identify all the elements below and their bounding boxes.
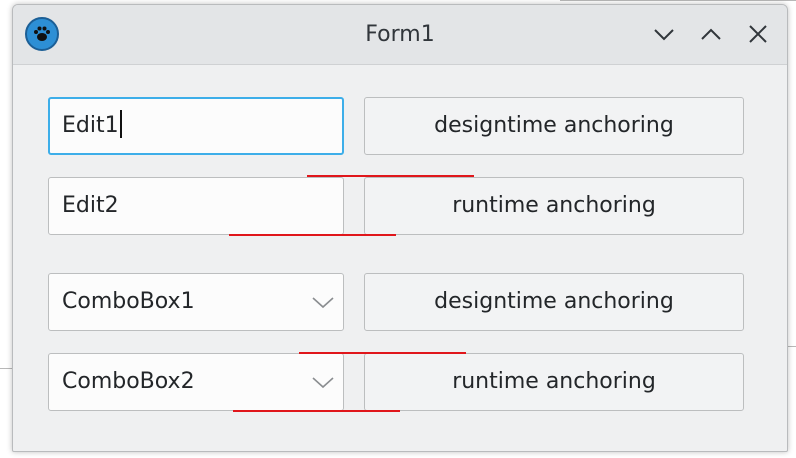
close-button[interactable] [745, 21, 771, 47]
chevron-down-icon [312, 297, 334, 309]
combobox2-value: ComboBox2 [62, 369, 195, 394]
runtime-anchoring-button-1[interactable]: runtime anchoring [364, 177, 744, 235]
text-caret [119, 110, 122, 138]
combobox1[interactable]: ComboBox1 [48, 273, 344, 331]
chevron-up-icon [701, 28, 721, 40]
anchor-marker-top [307, 175, 474, 177]
maximize-button[interactable] [698, 21, 724, 47]
runtime-anchoring-button-2[interactable]: runtime anchoring [364, 353, 744, 411]
edit2-value: Edit2 [62, 193, 119, 218]
chevron-down-icon [654, 29, 674, 41]
edit2-field[interactable]: Edit2 [48, 177, 344, 235]
titlebar[interactable]: Form1 [13, 5, 787, 65]
background-divider [560, 0, 796, 1]
anchor-marker-bottom [233, 410, 400, 412]
close-icon [749, 25, 767, 43]
minimize-button[interactable] [651, 21, 677, 47]
designtime-anchoring-button-2[interactable]: designtime anchoring [364, 273, 744, 331]
background-divider [0, 368, 12, 369]
form-content: Edit1 designtime anchoring Edit2 runtime… [13, 65, 787, 451]
edit1-value: Edit1 [62, 113, 119, 138]
designtime-anchoring-button-1[interactable]: designtime anchoring [364, 97, 744, 155]
form-window: Form1 Edit1 designtime anchoring Edit2 r… [12, 4, 788, 452]
combobox2[interactable]: ComboBox2 [48, 353, 344, 411]
background-divider [788, 346, 796, 347]
chevron-down-icon [312, 377, 334, 389]
anchor-marker-top [299, 352, 466, 354]
edit1-field[interactable]: Edit1 [48, 97, 344, 155]
anchor-marker-bottom [229, 234, 396, 236]
combobox1-value: ComboBox1 [62, 289, 195, 314]
